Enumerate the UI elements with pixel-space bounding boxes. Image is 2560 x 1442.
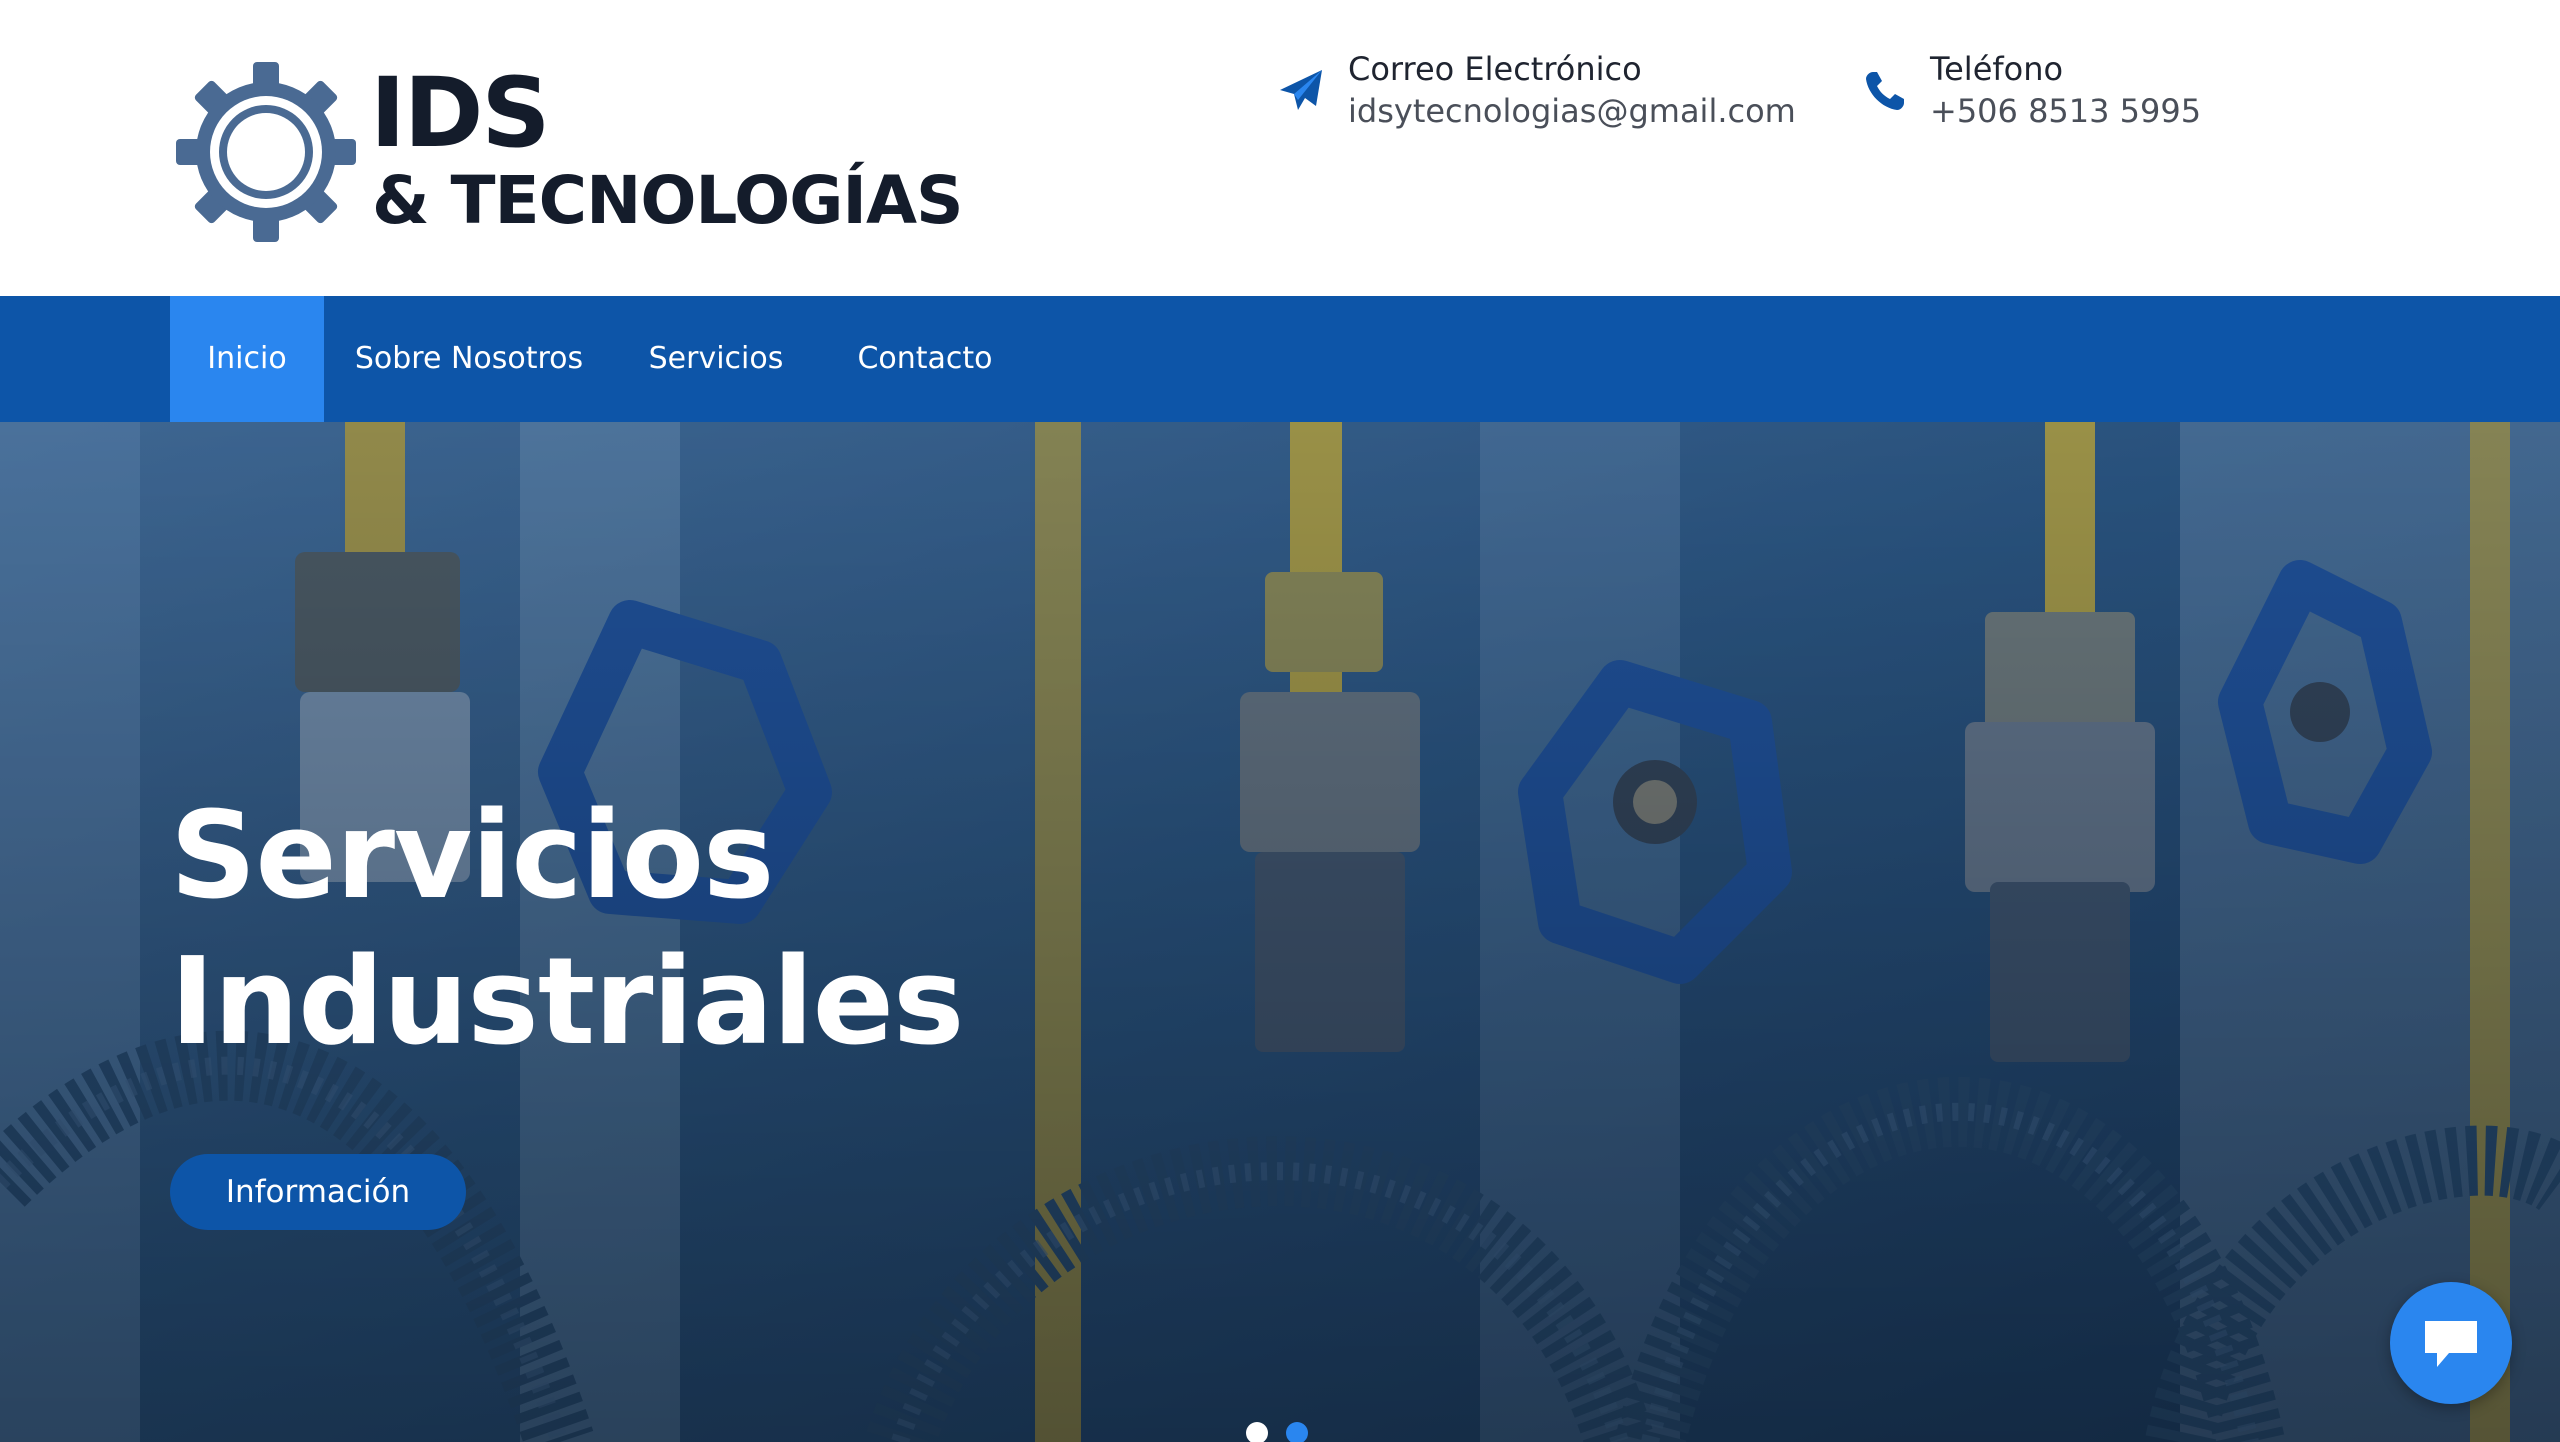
main-nav: Inicio Sobre Nosotros Servicios Contacto xyxy=(0,296,2560,422)
phone-link[interactable]: +506 8513 5995 xyxy=(1930,90,2201,132)
hero-title-line2: Industriales xyxy=(170,933,964,1072)
chat-button[interactable] xyxy=(2390,1282,2512,1404)
phone-icon-svg xyxy=(1866,72,1904,110)
slider-dot-2[interactable] xyxy=(1286,1422,1308,1442)
chat-bubble-icon xyxy=(2425,1321,2477,1367)
hero-slider: Servicios Industriales Información xyxy=(0,422,2560,1442)
nav-item-sobre-nosotros[interactable]: Sobre Nosotros xyxy=(346,296,592,422)
slider-dot-1[interactable] xyxy=(1246,1422,1268,1442)
nav-item-contacto[interactable]: Contacto xyxy=(838,296,1012,422)
info-button[interactable]: Información xyxy=(170,1154,466,1230)
logo-subtitle: & TECNOLOGÍAS xyxy=(372,162,964,239)
contact-phone-text: Teléfono +506 8513 5995 xyxy=(1930,48,2201,132)
phone-icon xyxy=(1860,66,1910,116)
page: IDS & TECNOLOGÍAS Correo Electrónico ids… xyxy=(0,0,2560,1442)
site-header: IDS & TECNOLOGÍAS Correo Electrónico ids… xyxy=(0,0,2560,296)
paper-plane-icon-svg xyxy=(1280,70,1322,110)
slider-dots xyxy=(1246,1422,1326,1442)
hero-title-line1: Servicios xyxy=(170,787,774,926)
phone-label: Teléfono xyxy=(1930,50,2064,88)
email-link[interactable]: idsytecnologias@gmail.com xyxy=(1348,90,1796,132)
contact-email-text: Correo Electrónico idsytecnologias@gmail… xyxy=(1348,48,1796,132)
nav-item-servicios[interactable]: Servicios xyxy=(634,296,798,422)
hero-title: Servicios Industriales xyxy=(170,784,1270,1076)
site-logo[interactable]: IDS & TECNOLOGÍAS xyxy=(176,57,964,242)
gear-icon xyxy=(176,62,356,242)
email-label: Correo Electrónico xyxy=(1348,50,1642,88)
logo-title: IDS xyxy=(370,57,551,169)
paper-plane-icon xyxy=(1276,66,1326,116)
contact-email: Correo Electrónico idsytecnologias@gmail… xyxy=(1276,48,1816,148)
nav-item-inicio[interactable]: Inicio xyxy=(170,296,324,422)
gear-icon-svg xyxy=(176,62,356,242)
contact-phone: Teléfono +506 8513 5995 xyxy=(1860,48,2280,148)
